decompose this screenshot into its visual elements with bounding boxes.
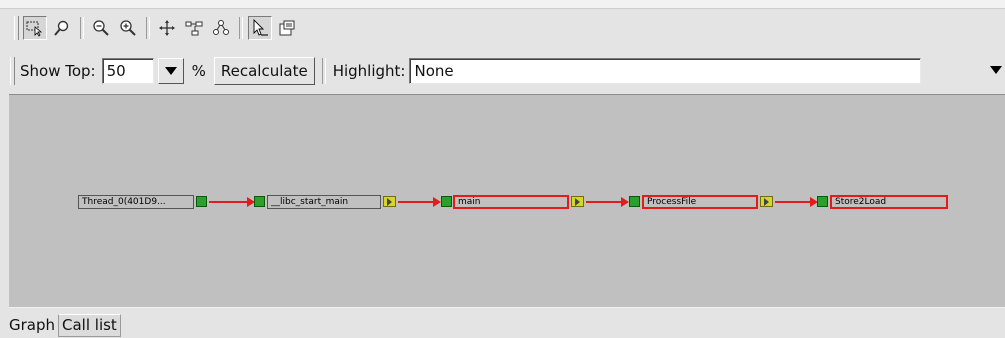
show-top-dropdown-button[interactable] [157, 58, 184, 84]
magnify-lens-icon[interactable] [50, 16, 74, 40]
zoom-out-icon[interactable] [89, 16, 113, 40]
highlight-dropdown-icon[interactable] [990, 66, 1002, 74]
toolbar-grip[interactable] [14, 16, 19, 40]
toolbar-separator [239, 17, 243, 39]
highlight-label: Highlight: [332, 62, 406, 80]
call-edge [209, 197, 255, 207]
zoom-in-icon[interactable] [116, 16, 140, 40]
node-label: Thread_0(401D9... [82, 197, 166, 207]
pointer-select-icon[interactable] [248, 16, 272, 40]
toolbar-separator [80, 17, 84, 39]
options-grip[interactable] [10, 57, 15, 85]
node-in-port[interactable] [441, 196, 452, 207]
expand-node-icon[interactable] [760, 196, 773, 207]
options-toolbar: Show Top: 50 % Recalculate Highlight: No… [10, 55, 922, 87]
expand-node-icon[interactable] [383, 196, 396, 207]
highlight-value: None [414, 62, 454, 80]
highlight-select[interactable]: None [409, 58, 922, 84]
node-in-port[interactable] [629, 196, 640, 207]
view-tabs: Graph Call list [6, 313, 121, 337]
graph-toolbar [14, 14, 302, 42]
tab-call-list[interactable]: Call list [58, 314, 121, 337]
expand-node-icon[interactable] [571, 196, 584, 207]
chevron-down-icon [164, 67, 177, 75]
select-region-icon[interactable] [23, 16, 47, 40]
node-label: __libc_start_main [271, 197, 349, 207]
toolbar-separator [146, 17, 150, 39]
node-label: main [458, 197, 481, 207]
pan-move-icon[interactable] [155, 16, 179, 40]
recalculate-button[interactable]: Recalculate [213, 57, 315, 85]
options-separator [321, 58, 326, 84]
node-in-port[interactable] [254, 196, 265, 207]
graph-node-processfile[interactable]: ProcessFile [642, 195, 758, 209]
call-edge [775, 197, 818, 207]
call-graph-canvas[interactable]: Thread_0(401D9... __libc_start_main main… [9, 94, 1005, 308]
tab-graph[interactable]: Graph [6, 313, 59, 337]
auto-layout-icon[interactable] [182, 16, 206, 40]
show-top-label: Show Top: [20, 62, 96, 80]
graph-node-thread[interactable]: Thread_0(401D9... [78, 195, 194, 209]
node-label: ProcessFile [647, 197, 697, 207]
show-top-value: 50 [106, 62, 126, 80]
node-in-port[interactable] [817, 196, 828, 207]
node-out-port[interactable] [196, 196, 207, 207]
percent-label: % [191, 62, 206, 80]
graph-node-main[interactable]: main [453, 195, 569, 209]
graph-tree-icon[interactable] [209, 16, 233, 40]
properties-icon[interactable] [275, 16, 299, 40]
graph-node-libc-start-main[interactable]: __libc_start_main [267, 195, 381, 209]
graph-node-store2load[interactable]: Store2Load [830, 195, 948, 209]
node-label: Store2Load [835, 197, 887, 207]
top-edge [0, 0, 1005, 9]
show-top-input[interactable]: 50 [101, 58, 154, 84]
call-edge [586, 197, 629, 207]
call-edge [398, 197, 441, 207]
